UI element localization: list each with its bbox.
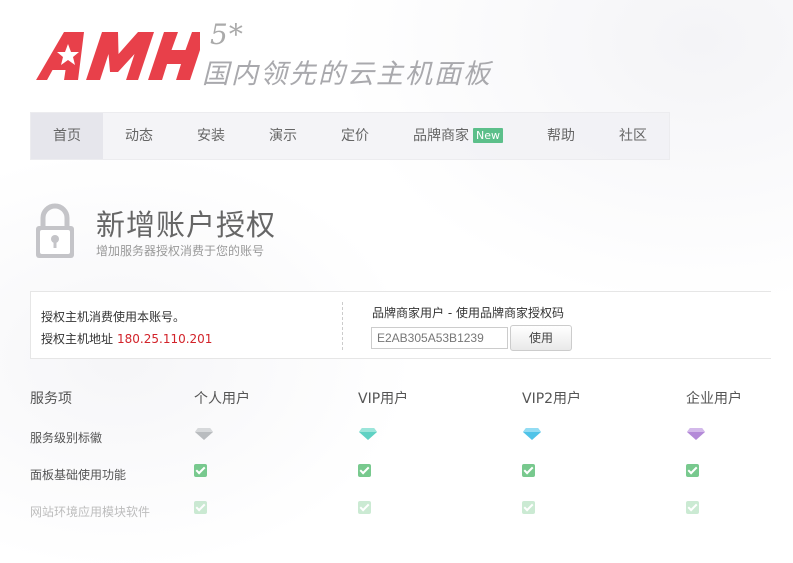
nav-item-news[interactable]: 动态: [103, 113, 175, 159]
nav-label: 社区: [619, 128, 647, 144]
logo-graphic: [36, 32, 200, 80]
table-header: 服务项 个人用户 VIP用户 VIP2用户 企业用户: [30, 380, 770, 417]
host-info: 授权主机消费使用本账号。 授权主机地址 180.25.110.201: [41, 306, 212, 350]
host-address-line: 授权主机地址 180.25.110.201: [41, 328, 212, 350]
page-subtitle: 增加服务器授权消费于您的账号: [96, 244, 265, 258]
check-icon: [522, 501, 535, 514]
diamond-icon: [358, 427, 378, 444]
host-address-label: 授权主机地址: [41, 332, 114, 346]
header-personal: 个人用户: [194, 391, 250, 407]
plan-comparison-table: 服务项 个人用户 VIP用户 VIP2用户 企业用户 服务级别标徽 面板基础使用…: [30, 380, 770, 528]
nav-label: 安装: [197, 128, 225, 144]
nav-item-community[interactable]: 社区: [597, 113, 669, 159]
logo-text: AMH: [30, 88, 31, 89]
check-icon: [194, 464, 207, 477]
table-row: 面板基础使用功能: [30, 454, 770, 491]
tagline: 国内领先的云主机面板: [202, 59, 492, 90]
check-icon: [522, 464, 535, 477]
check-icon: [686, 464, 699, 477]
page: AMH 5* 国内领先的云主机面板 首页 动态 安装 演示 定价 品牌商家 New…: [0, 0, 793, 563]
account-usage-note: 授权主机消费使用本账号。: [41, 310, 186, 324]
nav-item-demo[interactable]: 演示: [247, 113, 319, 159]
divider: [342, 302, 343, 350]
lock-icon: [34, 202, 76, 260]
check-icon: [358, 501, 371, 514]
header-vip2: VIP2用户: [522, 391, 582, 407]
diamond-icon: [522, 427, 542, 444]
check-icon: [194, 501, 207, 514]
header-enterprise: 企业用户: [686, 391, 742, 407]
host-ip: 180.25.110.201: [117, 332, 213, 346]
diamond-icon: [686, 427, 706, 444]
check-icon: [358, 464, 371, 477]
use-button[interactable]: 使用: [510, 325, 572, 351]
nav-item-brand-merchant[interactable]: 品牌商家 New: [391, 113, 525, 159]
authorization-panel: 授权主机消费使用本账号。 授权主机地址 180.25.110.201 品牌商家用户…: [30, 291, 771, 359]
nav-label: 帮助: [547, 128, 575, 144]
diamond-icon: [194, 427, 214, 444]
nav-item-home[interactable]: 首页: [31, 113, 103, 159]
nav-item-help[interactable]: 帮助: [525, 113, 597, 159]
row-label: 服务级别标徽: [30, 431, 103, 445]
table-row: 网站环境应用模块软件: [30, 491, 770, 528]
main-nav: 首页 动态 安装 演示 定价 品牌商家 New 帮助 社区: [30, 112, 670, 160]
nav-label: 演示: [269, 128, 297, 144]
brand-code-input[interactable]: E2AB305A53B1239: [371, 327, 508, 349]
nav-label: 品牌商家: [413, 128, 469, 144]
header-vip: VIP用户: [358, 391, 409, 407]
header-service: 服务项: [30, 391, 72, 407]
nav-item-pricing[interactable]: 定价: [319, 113, 391, 159]
page-title: 新增账户授权: [96, 208, 277, 242]
check-icon: [686, 501, 699, 514]
row-label: 网站环境应用模块软件: [30, 505, 151, 519]
row-label: 面板基础使用功能: [30, 468, 127, 482]
nav-label: 首页: [53, 128, 81, 144]
nav-label: 定价: [341, 128, 369, 144]
table-row: 服务级别标徽: [30, 417, 770, 454]
nav-item-install[interactable]: 安装: [175, 113, 247, 159]
new-badge: New: [473, 128, 503, 143]
amh-logo[interactable]: AMH: [30, 24, 200, 88]
version-label: 5*: [210, 18, 244, 51]
brand-code-label: 品牌商家用户 - 使用品牌商家授权码: [372, 306, 564, 320]
nav-label: 动态: [125, 128, 153, 144]
